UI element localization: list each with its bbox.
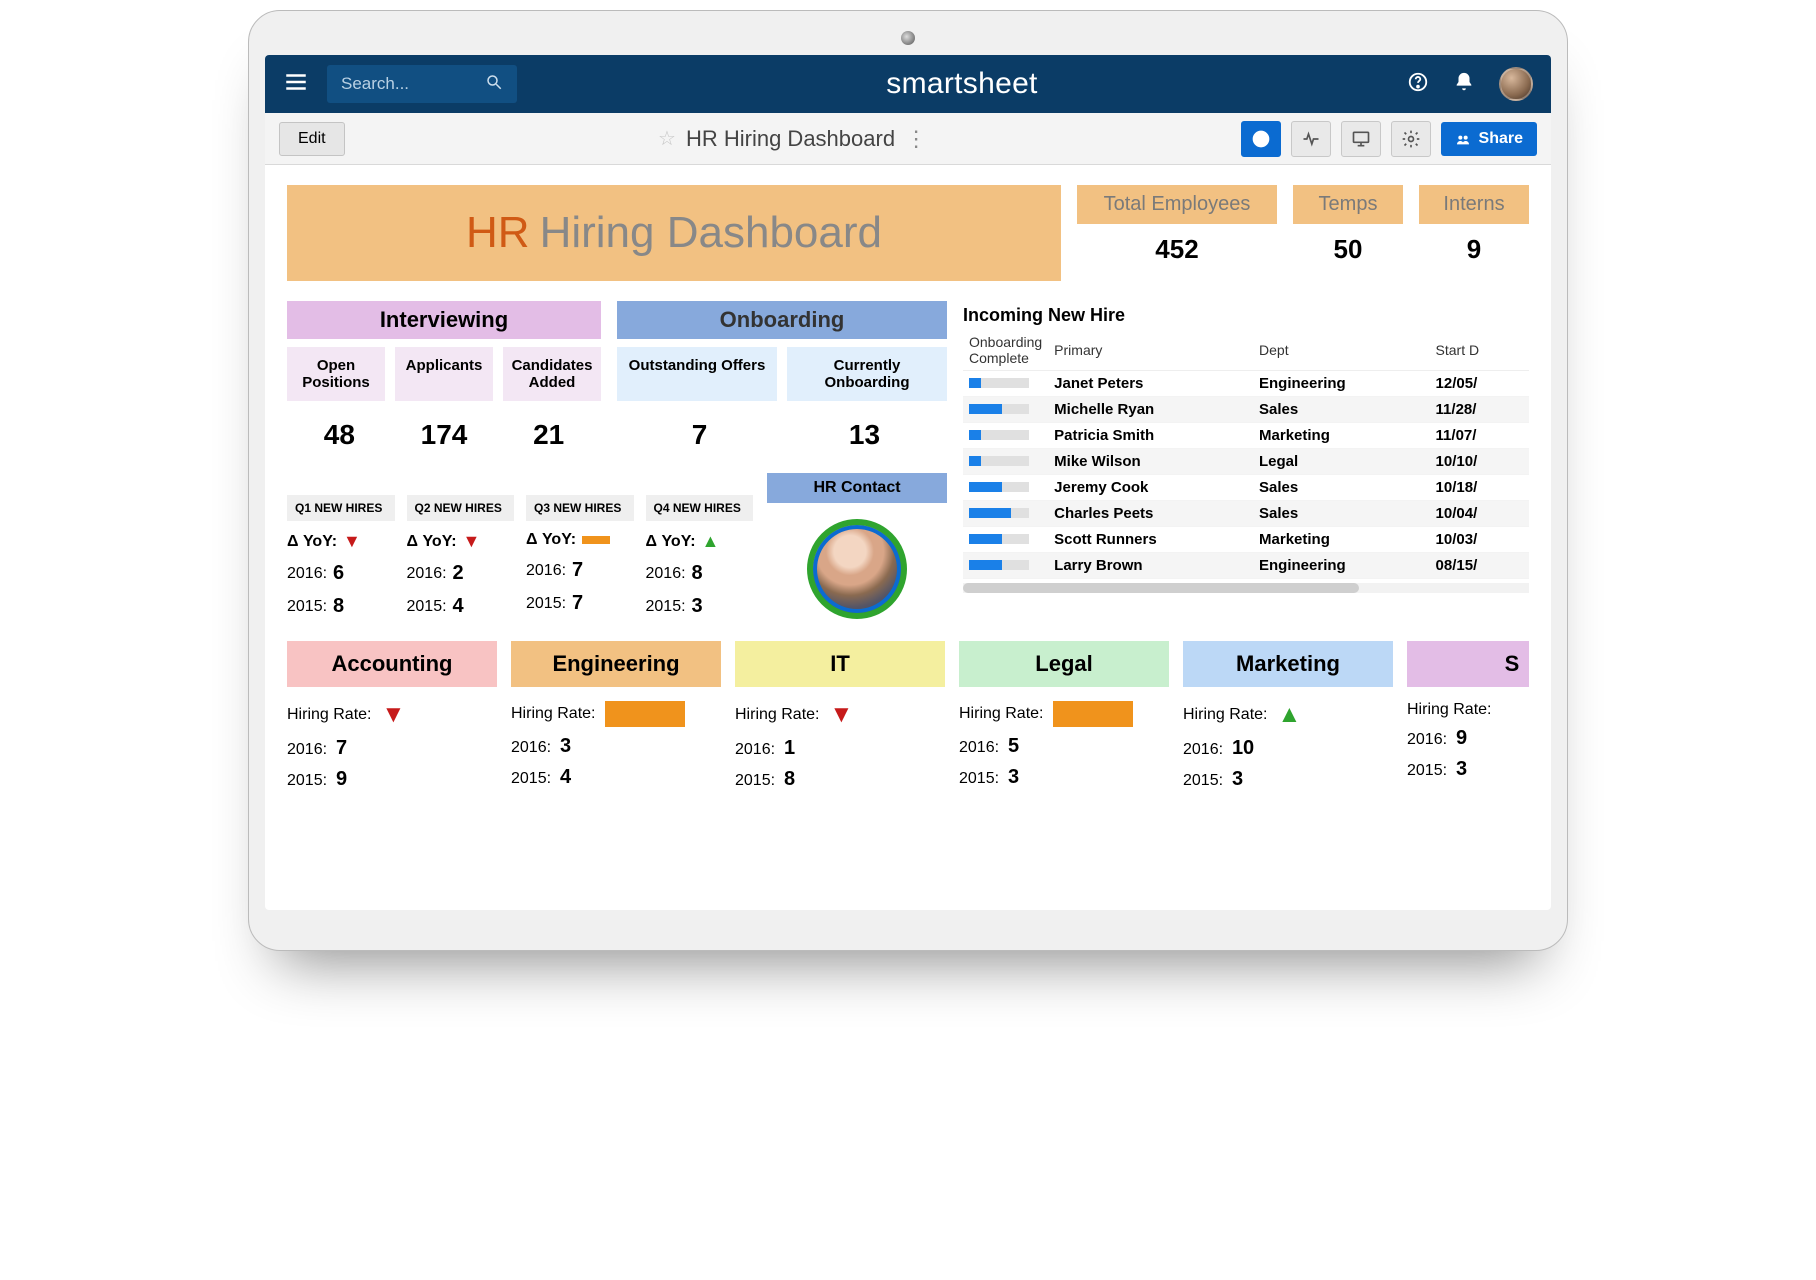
quarter-card: Q3 NEW HIRES Δ YoY: 2016: 7 2015: 7 xyxy=(526,495,634,619)
quarter-header: Q2 NEW HIRES xyxy=(407,495,515,521)
share-label: Share xyxy=(1479,130,1523,148)
progress-bar xyxy=(969,378,1029,388)
department-tiles: Accounting Hiring Rate: ▼ 2016: 7 2015: … xyxy=(287,641,1529,791)
quarter-header: Q3 NEW HIRES xyxy=(526,495,634,521)
table-row[interactable]: Scott RunnersMarketing10/03/ xyxy=(963,527,1529,553)
notifications-icon[interactable] xyxy=(1453,71,1475,98)
edit-button[interactable]: Edit xyxy=(279,122,345,156)
dept-tile[interactable]: Accounting Hiring Rate: ▼ 2016: 7 2015: … xyxy=(287,641,497,791)
stat-value: 452 xyxy=(1155,234,1198,265)
progress-bar xyxy=(969,560,1029,570)
dept-tile[interactable]: Marketing Hiring Rate: ▲ 2016: 10 2015: … xyxy=(1183,641,1393,791)
stat-label: Temps xyxy=(1293,185,1403,224)
brand-logo: smartsheet xyxy=(535,67,1389,101)
search-icon xyxy=(485,73,503,96)
interviewing-block: Interviewing Open Positions Applicants C… xyxy=(287,301,947,619)
dept-header: Engineering xyxy=(511,641,721,687)
hr-contact-header: HR Contact xyxy=(767,473,947,503)
hero-hr: HR xyxy=(466,208,530,258)
num-candidates: 21 xyxy=(496,419,601,451)
search-input[interactable] xyxy=(327,65,517,103)
tablet-frame: smartsheet Edit ☆ HR Hiring Dashboard ⋮ xyxy=(248,10,1568,951)
app-screen: smartsheet Edit ☆ HR Hiring Dashboard ⋮ xyxy=(265,55,1551,910)
dept-tile[interactable]: Engineering Hiring Rate: 2016: 3 2015: 4 xyxy=(511,641,721,791)
col-start: Start D xyxy=(1430,330,1529,371)
pill-onboarding: Currently Onboarding xyxy=(787,347,947,401)
search-field[interactable] xyxy=(341,74,475,94)
stat-label: Total Employees xyxy=(1077,185,1277,224)
progress-bar xyxy=(969,534,1029,544)
stat-value: 50 xyxy=(1334,234,1363,265)
num-applicants: 174 xyxy=(392,419,497,451)
interviewing-header: Interviewing xyxy=(287,301,601,339)
topbar: smartsheet xyxy=(265,55,1551,113)
stat-total-employees: Total Employees 452 xyxy=(1077,185,1277,281)
pill-candidates: Candidates Added xyxy=(503,347,601,401)
present-button[interactable] xyxy=(1341,121,1381,157)
num-open: 48 xyxy=(287,419,392,451)
new-hire-table: Onboarding Complete Primary Dept Start D… xyxy=(963,330,1529,579)
stat-value: 9 xyxy=(1467,234,1481,265)
profile-avatar[interactable] xyxy=(1499,67,1533,101)
progress-bar xyxy=(969,430,1029,440)
hr-contact-avatar[interactable] xyxy=(807,519,907,619)
page-menu-icon[interactable]: ⋮ xyxy=(905,126,927,152)
progress-bar xyxy=(969,456,1029,466)
dept-tile[interactable]: Legal Hiring Rate: 2016: 5 2015: 3 xyxy=(959,641,1169,791)
tablet-camera xyxy=(901,31,915,45)
table-row[interactable]: Mike WilsonLegal10/10/ xyxy=(963,449,1529,475)
incoming-new-hire-widget: Incoming New Hire Onboarding Complete Pr… xyxy=(963,301,1529,619)
dashboard-content: HR Hiring Dashboard Total Employees 452 … xyxy=(265,165,1551,811)
globe-button[interactable] xyxy=(1241,121,1281,157)
dept-header: S xyxy=(1407,641,1529,687)
table-row[interactable]: Janet PetersEngineering12/05/ xyxy=(963,371,1529,397)
quarter-card: Q2 NEW HIRES Δ YoY: ▼ 2016: 2 2015: 4 xyxy=(407,495,515,619)
pill-offers: Outstanding Offers xyxy=(617,347,777,401)
help-icon[interactable] xyxy=(1407,71,1429,98)
settings-button[interactable] xyxy=(1391,121,1431,157)
table-row[interactable]: Patricia SmithMarketing11/07/ xyxy=(963,423,1529,449)
onboarding-header: Onboarding xyxy=(617,301,947,339)
progress-bar xyxy=(969,404,1029,414)
hero-rest: Hiring Dashboard xyxy=(540,208,882,258)
dept-header: Marketing xyxy=(1183,641,1393,687)
dept-tile[interactable]: S Hiring Rate: 2016: 9 2015: 3 xyxy=(1407,641,1529,791)
stat-interns: Interns 9 xyxy=(1419,185,1529,281)
col-onboarding: Onboarding Complete xyxy=(963,330,1048,371)
table-row[interactable]: Michelle RyanSales11/28/ xyxy=(963,397,1529,423)
dept-tile[interactable]: IT Hiring Rate: ▼ 2016: 1 2015: 8 xyxy=(735,641,945,791)
quarter-header: Q1 NEW HIRES xyxy=(287,495,395,521)
progress-bar xyxy=(969,482,1029,492)
quarter-header: Q4 NEW HIRES xyxy=(646,495,754,521)
activity-button[interactable] xyxy=(1291,121,1331,157)
hr-contact-card: HR Contact xyxy=(767,473,947,619)
quarter-card: Q1 NEW HIRES Δ YoY: ▼ 2016: 6 2015: 8 xyxy=(287,495,395,619)
favorite-star-icon[interactable]: ☆ xyxy=(658,126,676,151)
quarters-grid: Q1 NEW HIRES Δ YoY: ▼ 2016: 6 2015: 8 Q2… xyxy=(287,495,753,619)
share-button[interactable]: Share xyxy=(1441,122,1537,156)
col-dept: Dept xyxy=(1253,330,1430,371)
dept-header: Accounting xyxy=(287,641,497,687)
page-title: HR Hiring Dashboard xyxy=(686,126,895,152)
toolbar: Edit ☆ HR Hiring Dashboard ⋮ xyxy=(265,113,1551,165)
dept-header: IT xyxy=(735,641,945,687)
table-row[interactable]: Larry BrownEngineering08/15/ xyxy=(963,553,1529,579)
stat-label: Interns xyxy=(1419,185,1529,224)
table-row[interactable]: Charles PeetsSales10/04/ xyxy=(963,501,1529,527)
pill-open-positions: Open Positions xyxy=(287,347,385,401)
progress-bar xyxy=(969,508,1029,518)
num-onboarding: 13 xyxy=(782,419,947,451)
dept-header: Legal xyxy=(959,641,1169,687)
stat-temps: Temps 50 xyxy=(1293,185,1403,281)
quarter-card: Q4 NEW HIRES Δ YoY: ▲ 2016: 8 2015: 3 xyxy=(646,495,754,619)
col-primary: Primary xyxy=(1048,330,1253,371)
pill-applicants: Applicants xyxy=(395,347,493,401)
table-row[interactable]: Jeremy CookSales10/18/ xyxy=(963,475,1529,501)
horizontal-scrollbar[interactable] xyxy=(963,583,1529,593)
num-offers: 7 xyxy=(617,419,782,451)
menu-icon[interactable] xyxy=(283,69,309,100)
dashboard-hero: HR Hiring Dashboard xyxy=(287,185,1061,281)
new-hire-title: Incoming New Hire xyxy=(963,301,1529,330)
